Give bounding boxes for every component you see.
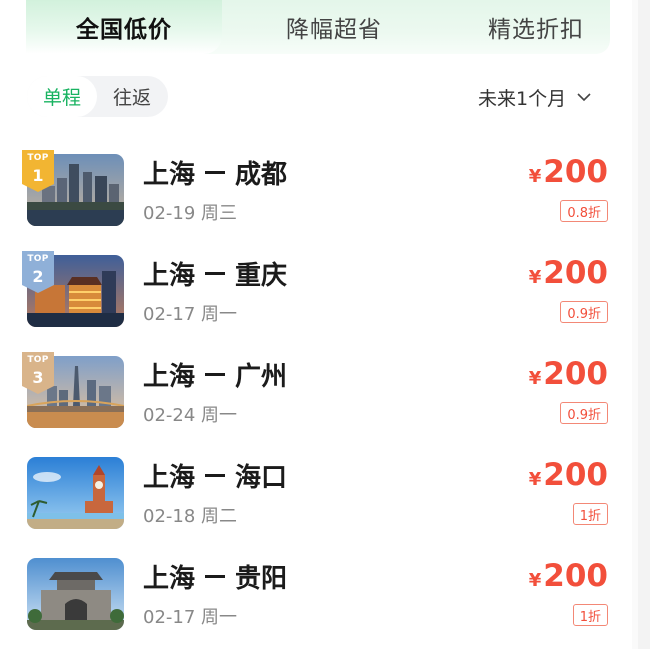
route-dash [205, 474, 226, 477]
currency-symbol: ¥ [528, 368, 542, 389]
flight-item[interactable]: 上海 贵阳 02-17 周一 ¥ 200 1折 [0, 544, 640, 645]
rank-badge-top: TOP [27, 153, 49, 163]
tab-biggest-drop[interactable]: 降幅超省 [244, 0, 424, 54]
currency-symbol: ¥ [528, 570, 542, 591]
discount-tag: 0.9折 [560, 301, 608, 323]
price: ¥ 200 [529, 457, 608, 493]
flight-date: 02-24 周一 [143, 405, 238, 426]
origin-city: 上海 [143, 362, 196, 392]
price: ¥ 200 [529, 356, 608, 392]
price-value: 200 [543, 356, 608, 392]
flight-item[interactable]: TOP 3 上海 广州 02-24 周一 ¥ 200 0.9折 [0, 342, 640, 443]
rank-badge-top: TOP [27, 355, 49, 365]
route: 上海 贵阳 [143, 558, 287, 595]
discount-tag: 1折 [572, 604, 608, 626]
discount-tag: 1折 [572, 503, 608, 525]
tab-nationwide-low-price[interactable]: 全国低价 [26, 0, 222, 54]
rank-badge: TOP 2 [22, 251, 54, 293]
price: ¥ 200 [529, 154, 608, 190]
chevron-down-icon [577, 93, 591, 102]
destination-image [27, 457, 124, 529]
origin-city: 上海 [143, 463, 196, 493]
rank-badge-top: TOP [27, 254, 49, 264]
rank-badge-number: 1 [32, 166, 44, 185]
price-value: 200 [543, 154, 608, 190]
route-dash [205, 272, 226, 275]
price-value: 200 [543, 558, 608, 594]
origin-city: 上海 [143, 160, 196, 190]
origin-city: 上海 [143, 564, 196, 594]
price-value: 200 [543, 255, 608, 291]
one-way-option[interactable]: 单程 [27, 76, 97, 117]
origin-city: 上海 [143, 261, 196, 291]
currency-symbol: ¥ [528, 469, 542, 490]
route: 上海 重庆 [143, 255, 287, 292]
destination-city: 贵阳 [235, 564, 288, 594]
destination-city: 海口 [235, 463, 288, 493]
flight-date: 02-18 周二 [143, 506, 238, 527]
rank-badge-number: 3 [32, 368, 44, 387]
flight-date: 02-19 周三 [143, 203, 238, 224]
discount-tag: 0.9折 [560, 402, 608, 424]
date-range-label: 未来1个月 [478, 87, 567, 110]
route: 上海 广州 [143, 356, 287, 393]
flight-date: 02-17 周一 [143, 607, 238, 628]
route-dash [205, 575, 226, 578]
flight-list: TOP 1 上海 成都 02-19 周三 ¥ 200 0.8折 TOP 2 上海… [0, 140, 640, 645]
route-dash [205, 373, 226, 376]
flight-item[interactable]: TOP 2 上海 重庆 02-17 周一 ¥ 200 0.9折 [0, 241, 640, 342]
rank-badge-number: 2 [32, 267, 44, 286]
rank-badge: TOP 3 [22, 352, 54, 394]
tab-selected-discounts[interactable]: 精选折扣 [446, 0, 626, 54]
category-tabs: 全国低价 降幅超省 精选折扣 [26, 0, 610, 54]
currency-symbol: ¥ [528, 267, 542, 288]
route-dash [205, 171, 226, 174]
date-range-dropdown[interactable]: 未来1个月 [478, 82, 592, 112]
discount-tag: 0.8折 [560, 200, 608, 222]
destination-city: 成都 [235, 160, 288, 190]
round-trip-option[interactable]: 往返 [97, 76, 167, 117]
destination-image [27, 558, 124, 630]
currency-symbol: ¥ [528, 166, 542, 187]
flight-item[interactable]: TOP 1 上海 成都 02-19 周三 ¥ 200 0.8折 [0, 140, 640, 241]
destination-city: 广州 [235, 362, 288, 392]
route: 上海 成都 [143, 154, 287, 191]
price: ¥ 200 [529, 558, 608, 594]
price: ¥ 200 [529, 255, 608, 291]
flight-item[interactable]: 上海 海口 02-18 周二 ¥ 200 1折 [0, 443, 640, 544]
price-value: 200 [543, 457, 608, 493]
rank-badge: TOP 1 [22, 150, 54, 192]
route: 上海 海口 [143, 457, 287, 494]
flight-date: 02-17 周一 [143, 304, 238, 325]
destination-city: 重庆 [235, 261, 288, 291]
trip-type-toggle: 单程 往返 [27, 76, 168, 117]
